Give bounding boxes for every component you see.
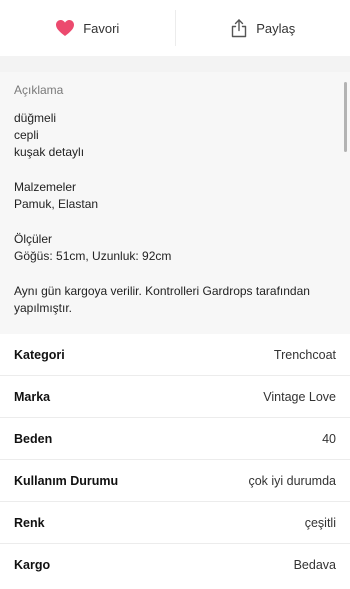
description-title: Açıklama <box>14 83 64 97</box>
materials-block: Malzemeler Pamuk, Elastan <box>14 179 336 213</box>
heart-icon <box>55 19 75 37</box>
attribute-value: Trenchcoat <box>273 347 336 362</box>
feature-item: düğmeli <box>14 111 57 125</box>
attribute-label: Kategori <box>14 347 65 362</box>
description-section: Açıklama düğmeli cepli kuşak detaylı Mal… <box>0 72 350 334</box>
shipping-note-line: Aynı gün kargoya verilir. Kontrolleri Ga… <box>14 284 310 298</box>
attribute-value: Bedava <box>293 558 336 572</box>
attribute-row-size: Beden 40 <box>0 418 350 460</box>
attribute-row-condition: Kullanım Durumu çok iyi durumda <box>0 460 350 502</box>
measurements-block: Ölçüler Göğüs: 51cm, Uzunluk: 92cm <box>14 231 336 265</box>
attribute-label: Kullanım Durumu <box>14 473 119 488</box>
attribute-label: Marka <box>14 389 51 404</box>
materials-title: Malzemeler <box>14 180 77 194</box>
action-bar: Favori Paylaş <box>0 0 350 56</box>
attribute-row-color: Renk çeşitli <box>0 502 350 544</box>
share-icon <box>230 18 248 38</box>
share-button[interactable]: Paylaş <box>176 0 350 56</box>
share-label: Paylaş <box>256 20 296 36</box>
attribute-row-shipping: Kargo Bedava <box>0 544 350 586</box>
favorite-label: Favori <box>83 20 120 36</box>
attribute-label: Renk <box>14 515 45 530</box>
shipping-note-line: yapılmıştır. <box>14 301 73 315</box>
feature-item: cepli <box>14 128 39 142</box>
favorite-button[interactable]: Favori <box>0 0 175 56</box>
attribute-value: 40 <box>322 431 336 446</box>
attribute-value: Vintage Love <box>263 389 336 404</box>
attributes-list: Kategori Trenchcoat Marka Vintage Love B… <box>0 334 350 586</box>
attribute-value: çok iyi durumda <box>248 473 336 488</box>
section-separator <box>0 56 350 72</box>
scrollbar-thumb[interactable] <box>344 82 347 152</box>
attribute-row-category: Kategori Trenchcoat <box>0 334 350 376</box>
attribute-label: Kargo <box>14 558 51 572</box>
shipping-note: Aynı gün kargoya verilir. Kontrolleri Ga… <box>14 283 336 317</box>
feature-item: kuşak detaylı <box>14 145 85 159</box>
measurements-value: Göğüs: 51cm, Uzunluk: 92cm <box>14 249 172 263</box>
attribute-value: çeşitli <box>304 515 336 530</box>
materials-value: Pamuk, Elastan <box>14 197 99 211</box>
measurements-title: Ölçüler <box>14 232 53 246</box>
features-block: düğmeli cepli kuşak detaylı <box>14 110 336 161</box>
attribute-row-brand: Marka Vintage Love <box>0 376 350 418</box>
attribute-label: Beden <box>14 431 53 446</box>
